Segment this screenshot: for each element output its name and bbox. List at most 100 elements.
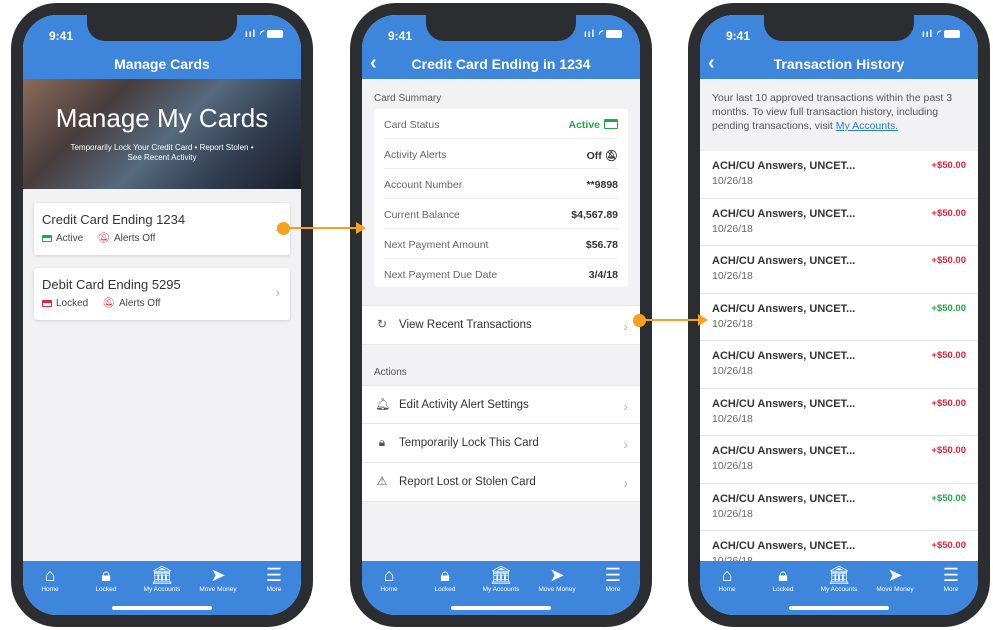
bell-slash-icon: 🔕︎: [97, 233, 110, 244]
tab-locked[interactable]: 🔒︎ Locked: [418, 565, 472, 593]
signal-icon: ııl ◜: [922, 29, 942, 40]
transaction-row[interactable]: ACH/CU Answers, UNCET... 10/26/18 +$50.00: [700, 341, 978, 389]
phone-card-detail: 9:41 ııl ◜ ‹ Credit Card Ending in 1234 …: [350, 3, 652, 627]
transaction-date: 10/26/18: [712, 222, 753, 235]
transaction-row[interactable]: ACH/CU Answers, UNCET... 10/26/18 +$50.00: [700, 531, 978, 561]
send-icon: ➤: [210, 565, 226, 585]
tab-my-accounts[interactable]: 🏛︎ My Accounts: [135, 565, 189, 593]
card-name: Debit Card Ending 5295: [42, 277, 181, 292]
hero-banner: Manage My Cards Temporarily Lock Your Cr…: [23, 79, 301, 189]
back-chevron-icon[interactable]: ‹: [708, 49, 715, 77]
signal-icon: ııl ◜: [584, 29, 604, 40]
summary-row-current-balance: Current Balance $4,567.89: [384, 199, 618, 229]
alerts-status: Alerts Off: [113, 233, 156, 244]
nav-bar: ‹ Transaction History: [700, 49, 978, 79]
lock-icon: 🔒︎: [440, 565, 450, 585]
transaction-date: 10/26/18: [712, 175, 753, 187]
transaction-amount: +$50.00: [931, 207, 966, 219]
alerts-value: Off: [586, 150, 602, 162]
warning-icon: ⚠: [376, 474, 388, 488]
hero-subtitle: Temporarily Lock Your Credit Card • Repo…: [70, 143, 254, 162]
signal-wifi-battery-icons: ııl ◜: [584, 29, 622, 40]
device-notch: [426, 15, 576, 41]
transaction-name: ACH/CU Answers, UNCET...: [712, 492, 856, 505]
tab-move-money[interactable]: ➤ Move Money: [191, 565, 245, 593]
temporarily-lock-card-button[interactable]: 🔒︎ Temporarily Lock This Card ›: [362, 424, 640, 463]
tab-more[interactable]: ☰ More: [586, 565, 640, 593]
signal-icon: ııl ◜: [245, 29, 265, 40]
transaction-amount: +$50.00: [931, 350, 966, 361]
home-icon: ⌂: [721, 565, 733, 585]
tab-bar: ⌂ Home 🔒︎ Locked 🏛︎ My Accounts ➤ Move Money…: [700, 561, 978, 615]
transaction-name: ACH/CU Answers, UNCET...: [712, 255, 856, 267]
transaction-amount: +$50.00: [931, 302, 966, 314]
transaction-list: ACH/CU Answers, UNCET... 10/26/18 +$50.00 A…: [700, 151, 978, 561]
transaction-row[interactable]: ACH/CU Answers, UNCET... 10/26/18 +$50.00: [700, 484, 978, 531]
lock-icon: 🔒︎: [101, 565, 111, 585]
card-status: Locked: [56, 298, 89, 309]
phone-transaction-history: 9:41 ııl ◜ ‹ Transaction History Your la…: [688, 3, 990, 627]
battery-icon: [606, 30, 622, 39]
bank-icon: 🏛︎: [150, 565, 174, 585]
tab-more[interactable]: ☰ More: [247, 565, 301, 593]
transaction-date: 10/26/18: [712, 507, 753, 520]
summary-row-card-status: Card Status Active: [384, 109, 618, 139]
tab-home[interactable]: ⌂ Home: [700, 565, 754, 593]
transaction-amount: +$50.00: [931, 397, 966, 409]
screen-manage-cards: 9:41 ııl ◜ Manage Cards Manage My Cards …: [23, 15, 301, 615]
tab-home[interactable]: ⌂ Home: [23, 565, 77, 593]
lock-icon: 🔒︎: [378, 435, 386, 449]
bell-icon: 🔔︎: [375, 397, 391, 411]
nav-bar: ‹ Credit Card Ending in 1234: [362, 49, 640, 79]
chevron-right-icon: ›: [623, 436, 628, 452]
transaction-row[interactable]: ACH/CU Answers, UNCET... 10/26/18 +$50.00: [700, 246, 978, 294]
tab-locked[interactable]: 🔒︎ Locked: [756, 565, 810, 593]
transaction-name: ACH/CU Answers, UNCET...: [712, 540, 856, 552]
tab-locked[interactable]: 🔒︎ Locked: [79, 565, 133, 593]
summary-row-activity-alerts: Activity Alerts Off 🔕︎: [384, 139, 618, 169]
bank-icon: 🏛︎: [489, 565, 513, 585]
credit-card-icon: [604, 119, 618, 129]
transaction-row[interactable]: ACH/CU Answers, UNCET... 10/26/18 +$50.00: [700, 436, 978, 484]
menu-icon: ☰: [604, 565, 622, 585]
tab-more[interactable]: ☰ More: [924, 565, 978, 593]
transaction-name: ACH/CU Answers, UNCET...: [712, 445, 856, 457]
tab-move-money[interactable]: ➤ Move Money: [530, 565, 584, 593]
card-item-debit[interactable]: Debit Card Ending 5295 Locked 🔕︎ Alerts Of…: [34, 268, 290, 320]
transaction-name: ACH/CU Answers, UNCET...: [712, 302, 856, 315]
my-accounts-link[interactable]: My Accounts.: [836, 120, 898, 132]
home-indicator: [112, 606, 212, 610]
transaction-date: 10/26/18: [712, 365, 753, 377]
status-bar: 9:41 ııl ◜: [700, 15, 978, 49]
status-time: 9:41: [726, 29, 751, 43]
tab-home[interactable]: ⌂ Home: [362, 565, 416, 593]
history-icon: ↻: [376, 317, 388, 331]
report-lost-stolen-card-button[interactable]: ⚠ Report Lost or Stolen Card ›: [362, 463, 640, 502]
chevron-right-icon: ›: [623, 398, 628, 414]
home-indicator: [451, 606, 551, 610]
transaction-amount: +$50.00: [931, 255, 966, 266]
status-bar: 9:41 ııl ◜: [23, 15, 301, 49]
status-time: 9:41: [49, 29, 74, 43]
tab-my-accounts[interactable]: 🏛︎ My Accounts: [474, 565, 528, 593]
transaction-row[interactable]: ACH/CU Answers, UNCET... 10/26/18 +$50.00: [700, 151, 978, 199]
transaction-amount: +$50.00: [931, 540, 966, 551]
tab-move-money[interactable]: ➤ Move Money: [868, 565, 922, 593]
transaction-name: ACH/CU Answers, UNCET...: [712, 160, 856, 172]
view-recent-transactions-button[interactable]: ↻ View Recent Transactions ›: [362, 305, 640, 345]
edit-activity-alert-settings-button[interactable]: 🔔︎ Edit Activity Alert Settings ›: [362, 385, 640, 424]
back-chevron-icon[interactable]: ‹: [370, 49, 377, 77]
flow-connector-line: [642, 319, 698, 321]
screen-card-detail: 9:41 ııl ◜ ‹ Credit Card Ending in 1234 …: [362, 15, 640, 615]
transaction-row[interactable]: ACH/CU Answers, UNCET... 10/26/18 +$50.00: [700, 389, 978, 436]
tab-my-accounts[interactable]: 🏛︎ My Accounts: [812, 565, 866, 593]
transaction-row[interactable]: ACH/CU Answers, UNCET... 10/26/18 +$50.00: [700, 294, 978, 341]
history-intro-text: Your last 10 approved transactions withi…: [712, 92, 953, 132]
status-time: 9:41: [388, 29, 413, 43]
transaction-name: ACH/CU Answers, UNCET...: [712, 207, 856, 220]
transaction-row[interactable]: ACH/CU Answers, UNCET... 10/26/18 +$50.00: [700, 199, 978, 246]
tab-bar: ⌂ Home 🔒︎ Locked 🏛︎ My Accounts ➤ Move Money…: [362, 561, 640, 615]
card-item-credit[interactable]: Credit Card Ending 1234 Active 🔕︎ Alerts O…: [34, 203, 290, 255]
bank-icon: 🏛︎: [827, 565, 851, 585]
flow-arrow-head: [698, 314, 708, 326]
